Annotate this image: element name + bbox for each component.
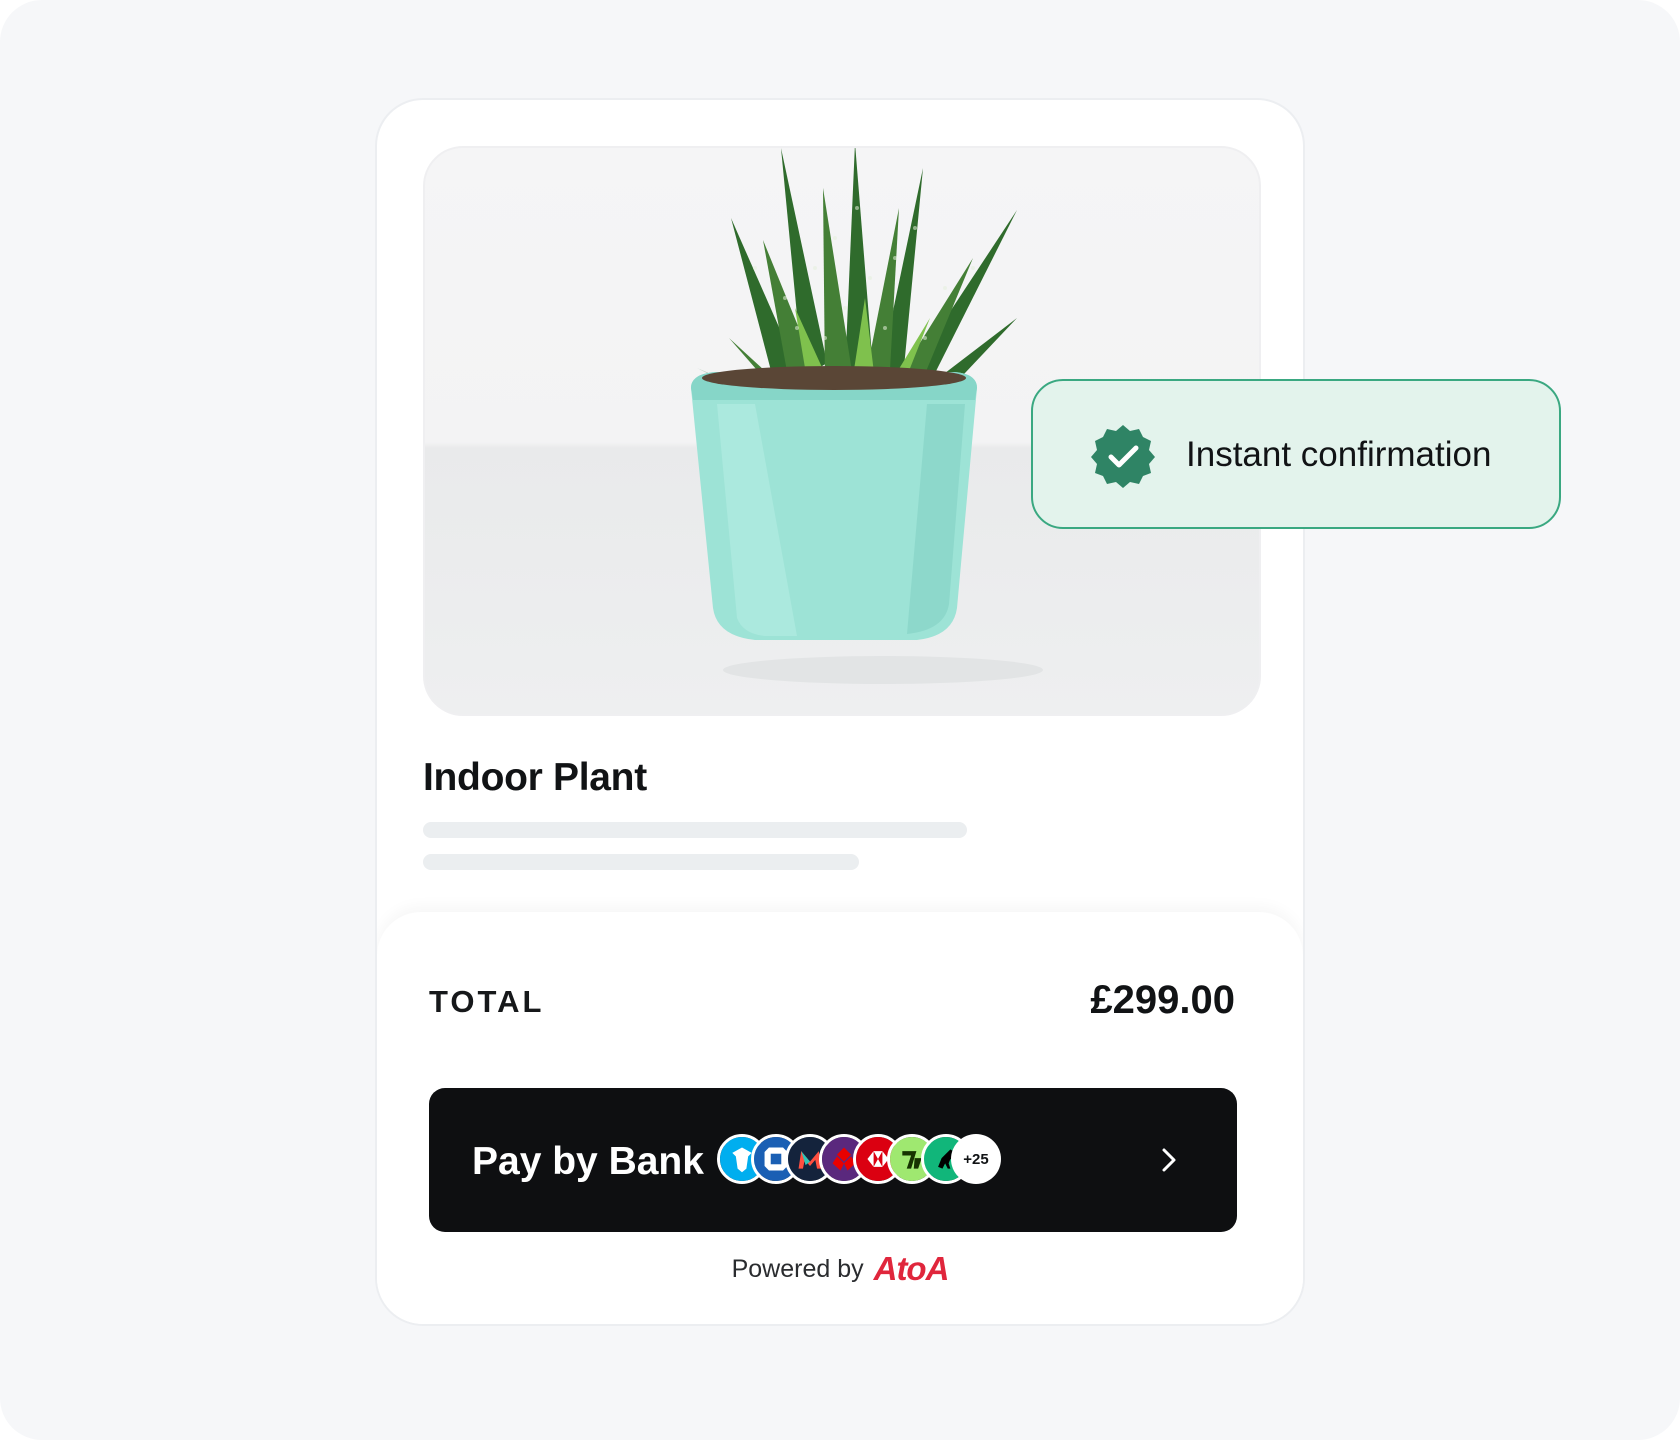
bank-logos: +25 [717, 1134, 1007, 1186]
pay-by-bank-button[interactable]: Pay by Bank +25 [429, 1088, 1237, 1232]
total-amount: £299.00 [1090, 978, 1235, 1022]
checkout-panel: TOTAL £299.00 Pay by Bank +25 Powered by… [377, 912, 1303, 1324]
atoa-logo: AtoA [873, 1250, 950, 1287]
description-placeholder-line [423, 822, 967, 838]
description-placeholder-line [423, 854, 859, 870]
powered-by: Powered by AtoA [377, 1250, 1303, 1288]
confirmation-text: Instant confirmation [1186, 435, 1492, 474]
page-background: Indoor Plant TOTAL £299.00 Pay by Bank +… [0, 0, 1680, 1440]
verified-check-icon [1091, 425, 1155, 488]
chevron-right-icon [1162, 1148, 1176, 1172]
total-label: TOTAL [429, 984, 545, 1019]
powered-by-label: Powered by [731, 1254, 864, 1283]
instant-confirmation-badge: Instant confirmation [1031, 379, 1561, 529]
pay-by-bank-label: Pay by Bank [472, 1140, 704, 1183]
product-card: Indoor Plant TOTAL £299.00 Pay by Bank +… [375, 98, 1305, 1326]
more-banks-badge: +25 [951, 1134, 1001, 1184]
product-title: Indoor Plant [423, 756, 647, 799]
